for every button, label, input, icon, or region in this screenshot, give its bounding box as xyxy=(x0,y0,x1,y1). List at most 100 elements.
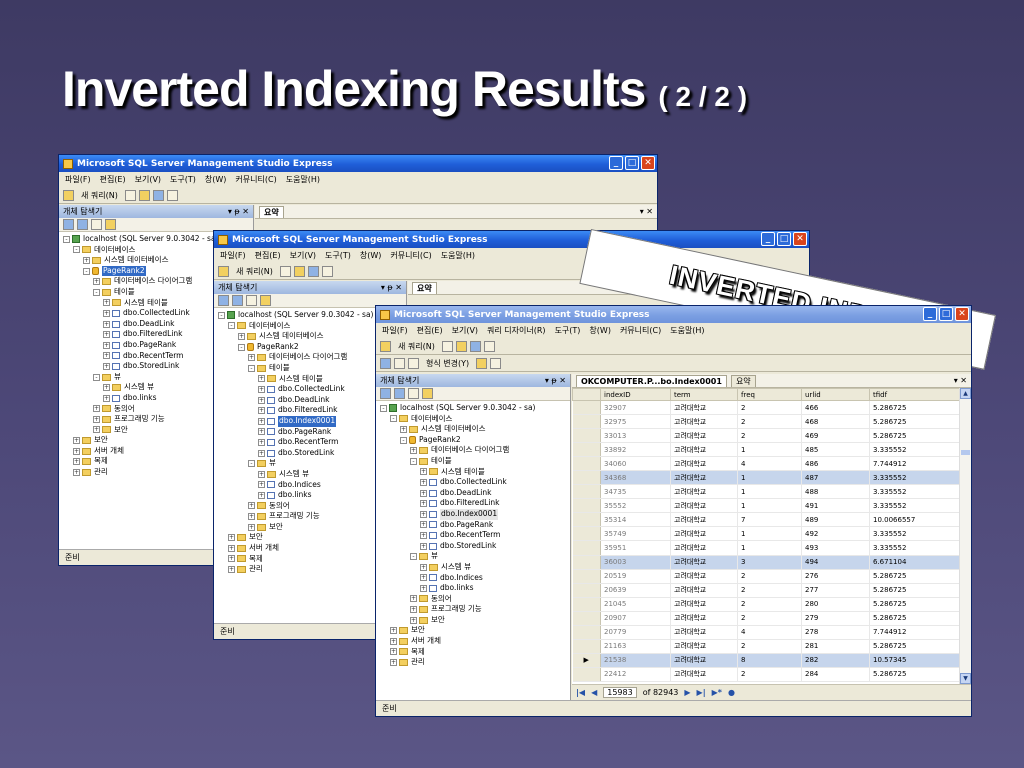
row-selector[interactable] xyxy=(572,597,601,612)
table-row[interactable]: 35314 고려대학교 7 489 10.0066557 xyxy=(572,512,971,528)
table-cell[interactable]: 2 xyxy=(737,583,802,598)
table-cell[interactable]: 5.286725 xyxy=(869,597,971,612)
table-cell[interactable]: 고려대학교 xyxy=(670,442,738,458)
table-row[interactable]: 34368 고려대학교 1 487 3.335552 xyxy=(572,470,971,486)
table-cell[interactable]: 1 xyxy=(737,526,802,542)
table-cell[interactable]: 494 xyxy=(801,555,870,570)
table-row[interactable]: 33013 고려대학교 2 469 5.286725 xyxy=(572,428,971,444)
table-cell[interactable]: 1 xyxy=(737,498,802,514)
table-cell[interactable]: 5.286725 xyxy=(869,414,971,430)
table-cell[interactable]: 466 xyxy=(801,400,870,416)
table-cell[interactable]: 489 xyxy=(801,512,870,528)
row-selector[interactable] xyxy=(572,428,601,444)
row-selector[interactable] xyxy=(572,470,601,486)
menu-help[interactable]: 도움말(H) xyxy=(286,174,320,185)
results-grid[interactable]: indexID term freq urlid tfidf 32907 고려대학교… xyxy=(572,388,971,684)
row-selector[interactable] xyxy=(572,442,601,458)
folder-open-icon[interactable] xyxy=(455,340,467,352)
connect-icon[interactable] xyxy=(380,388,391,399)
menu-tools[interactable]: 도구(T) xyxy=(170,174,196,185)
table-cell[interactable]: 3.335552 xyxy=(869,484,971,500)
table-cell[interactable]: 22412 xyxy=(600,667,671,682)
connect-icon[interactable] xyxy=(218,295,229,306)
table-row[interactable]: 36003 고려대학교 3 494 6.671104 xyxy=(572,555,971,570)
table-cell[interactable]: 282 xyxy=(801,653,870,668)
table-row[interactable]: 20639 고려대학교 2 277 5.286725 xyxy=(572,583,971,598)
table-cell[interactable]: 고려대학교 xyxy=(670,512,738,528)
table-row[interactable]: 35749 고려대학교 1 492 3.335552 xyxy=(572,526,971,542)
tree-node[interactable]: + dbo.links xyxy=(380,583,570,594)
folder-open-icon[interactable] xyxy=(138,189,150,201)
new-record-icon[interactable]: ▶* xyxy=(712,688,722,697)
table-cell[interactable]: 5.286725 xyxy=(869,667,971,682)
table-cell[interactable]: 276 xyxy=(801,569,870,584)
table-row[interactable]: 21163 고려대학교 2 281 5.286725 xyxy=(572,639,971,654)
table-row[interactable]: 33892 고려대학교 1 485 3.335552 xyxy=(572,442,971,458)
table-cell[interactable]: 21045 xyxy=(600,597,671,612)
table-cell[interactable]: 3.335552 xyxy=(869,498,971,514)
table-cell[interactable]: 8 xyxy=(737,653,802,668)
table-cell[interactable]: 32907 xyxy=(600,400,671,416)
tree-node[interactable]: + 보안 xyxy=(380,625,570,636)
table-cell[interactable]: 1 xyxy=(737,470,802,486)
table-cell[interactable]: 20779 xyxy=(600,625,671,640)
panel-pin-icon[interactable]: ▾ ᵽ ✕ xyxy=(381,283,402,292)
table-cell[interactable]: 32975 xyxy=(600,414,671,430)
open-file-icon[interactable] xyxy=(279,265,291,277)
table-row[interactable]: 34735 고려대학교 1 488 3.335552 xyxy=(572,484,971,500)
tree-node[interactable]: + 시스템 테이블 xyxy=(380,467,570,478)
table-cell[interactable]: 5.286725 xyxy=(869,611,971,626)
window-titlebar[interactable]: Microsoft SQL Server Management Studio E… xyxy=(59,155,657,172)
save-icon[interactable] xyxy=(152,189,164,201)
panel-pin-icon[interactable]: ▾ ᵽ ✕ xyxy=(545,376,566,385)
table-cell[interactable]: 고려대학교 xyxy=(670,611,738,626)
table-cell[interactable]: 고려대학교 xyxy=(670,428,738,444)
table-cell[interactable]: 7.744912 xyxy=(869,456,971,472)
table-cell[interactable]: 5.286725 xyxy=(869,569,971,584)
tree-node[interactable]: + 시스템 뷰 xyxy=(380,562,570,573)
filter-icon[interactable] xyxy=(246,295,257,306)
menu-window[interactable]: 창(W) xyxy=(360,250,382,261)
table-row[interactable]: 20779 고려대학교 4 278 7.744912 xyxy=(572,625,971,640)
new-query-icon[interactable] xyxy=(63,189,74,201)
table-cell[interactable]: 469 xyxy=(801,428,870,444)
tree-node[interactable]: + 데이터베이스 다이어그램 xyxy=(380,445,570,456)
disconnect-icon[interactable] xyxy=(232,295,243,306)
row-selector[interactable] xyxy=(572,611,601,626)
tree-node[interactable]: + dbo.DeadLink xyxy=(380,488,570,499)
tree-node[interactable]: + 동의어 xyxy=(380,594,570,605)
table-cell[interactable]: 고려대학교 xyxy=(670,456,738,472)
stop-icon[interactable]: ● xyxy=(728,688,735,697)
menu-view[interactable]: 보기(V) xyxy=(452,325,478,336)
change-type-button[interactable]: 형식 변경(Y) xyxy=(426,358,469,369)
print-icon[interactable] xyxy=(483,340,495,352)
first-record-icon[interactable]: |◀ xyxy=(576,688,585,697)
table-cell[interactable]: 2 xyxy=(737,667,802,682)
table-cell[interactable]: 35749 xyxy=(600,526,671,542)
menu-file[interactable]: 파일(F) xyxy=(382,325,408,336)
row-selector[interactable] xyxy=(572,498,601,514)
table-cell[interactable]: 20639 xyxy=(600,583,671,598)
table-cell[interactable]: 21538 xyxy=(600,653,671,668)
tree-node[interactable]: + dbo.FilteredLink xyxy=(380,498,570,509)
tab-summary[interactable]: 요약 xyxy=(259,205,284,218)
tree-node[interactable]: -뷰 xyxy=(380,551,570,562)
menu-tools[interactable]: 도구(T) xyxy=(325,250,351,261)
panel-pin-icon[interactable]: ▾ ᵽ ✕ xyxy=(228,207,249,216)
table-cell[interactable]: 35951 xyxy=(600,540,671,556)
new-query-button[interactable]: 새 쿼리(N) xyxy=(81,190,118,201)
menu-view[interactable]: 보기(V) xyxy=(290,250,316,261)
table-cell[interactable]: 고려대학교 xyxy=(670,540,738,556)
table-cell[interactable]: 7 xyxy=(737,512,802,528)
table-cell[interactable]: 고려대학교 xyxy=(670,639,738,654)
menu-file[interactable]: 파일(F) xyxy=(220,250,246,261)
menu-community[interactable]: 커뮤니티(C) xyxy=(620,325,661,336)
tree-node-server[interactable]: - localhost (SQL Server 9.0.3042 - sa) xyxy=(380,403,570,414)
table-cell[interactable]: 고려대학교 xyxy=(670,526,738,542)
table-cell[interactable]: 20907 xyxy=(600,611,671,626)
table-cell[interactable]: 2 xyxy=(737,639,802,654)
row-selector[interactable] xyxy=(572,414,601,430)
table-cell[interactable]: 4 xyxy=(737,456,802,472)
table-cell[interactable]: 486 xyxy=(801,456,870,472)
table-cell[interactable]: 284 xyxy=(801,667,870,682)
